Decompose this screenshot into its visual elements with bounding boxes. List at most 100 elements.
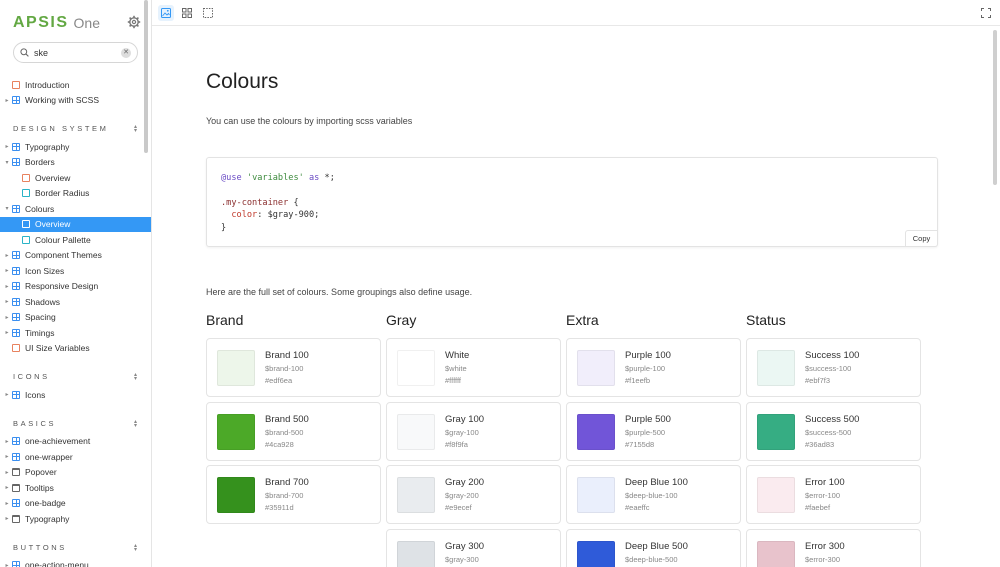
sidebar-item[interactable]: ▸ Popover [0, 465, 151, 481]
sidebar-item-label: Icon Sizes [25, 265, 65, 276]
sidebar-item-label: Introduction [25, 79, 70, 90]
search-input[interactable] [34, 47, 114, 58]
sidebar-item[interactable]: ▸ Responsive Design [0, 279, 151, 295]
colour-variable: $purple-100 [625, 364, 666, 373]
colour-hex: #ffffff [445, 376, 461, 385]
colour-variable: $error-300 [805, 554, 841, 564]
colour-swatch [217, 350, 255, 386]
logo[interactable]: APSIS One [13, 14, 141, 32]
comp-icon [12, 96, 20, 105]
fullscreen-icon[interactable] [978, 5, 994, 21]
expand-collapse-icon[interactable]: ▴ ▾ [134, 543, 137, 553]
sidebar-item[interactable]: Introduction [0, 77, 151, 93]
sidebar-item[interactable]: ▸ Shadows [0, 294, 151, 310]
section-title: BASICS [13, 418, 57, 428]
sidebar-item[interactable]: Colour Pallette [0, 232, 151, 248]
story-icon [22, 189, 30, 198]
colour-swatch [397, 540, 435, 567]
doc-icon [12, 344, 20, 353]
sidebar-item-label: Colours [25, 203, 55, 214]
colour-swatch [397, 477, 435, 513]
colour-group-title: Gray [386, 312, 417, 328]
grid-icon[interactable] [179, 5, 195, 21]
colour-variable: $purple-500 [625, 427, 666, 437]
comp-icon [12, 297, 20, 306]
colour-variable: $deep-blue-500 [625, 554, 678, 564]
sidebar-item-label: one-wrapper [25, 451, 73, 462]
intro-text: You can use the colours by importing scs… [206, 116, 413, 126]
expand-collapse-icon[interactable]: ▴ ▾ [134, 419, 137, 429]
chevron-icon: ▸ [5, 314, 9, 321]
sidebar-item[interactable]: Overview [0, 216, 151, 232]
copy-button[interactable]: Copy [905, 230, 938, 247]
expand-collapse-icon[interactable]: ▴ ▾ [134, 372, 137, 382]
colour-swatch [757, 540, 795, 567]
docs-content: Colours You can use the colours by impor… [152, 27, 1000, 567]
colour-swatch [217, 413, 255, 450]
chevron-icon: ▸ [5, 252, 9, 259]
sidebar-item[interactable]: ▸ one-achievement [0, 434, 151, 450]
sidebar-section-header[interactable]: ICONS ▴ ▾ [0, 356, 151, 387]
sidebar-item[interactable]: ▸ Icon Sizes [0, 263, 151, 279]
sidebar-item-label: Borders [25, 157, 55, 168]
colour-card: White $white #ffffff [386, 338, 561, 397]
sidebar-item-label: Popover [25, 467, 57, 478]
search-box[interactable]: ✕ [13, 42, 138, 63]
colour-name: Brand 700 [265, 477, 309, 488]
colour-hex: #f8f9fa [445, 439, 468, 449]
chevron-icon: ▸ [5, 454, 9, 461]
sidebar-item[interactable]: ▸ Tooltips [0, 480, 151, 496]
chevron-icon: ▸ [5, 144, 9, 151]
sidebar-item[interactable]: ▸ Spacing [0, 310, 151, 326]
sidebar-item[interactable]: ▾ Borders [0, 155, 151, 171]
chevron-icon: ▸ [5, 516, 9, 523]
comp-icon [12, 251, 20, 260]
sidebar-section-header[interactable]: BUTTONS ▴ ▾ [0, 527, 151, 558]
sidebar-item[interactable]: ▸ one-badge [0, 496, 151, 512]
page-title: Colours [206, 70, 279, 93]
colour-hex: #7155d8 [625, 439, 655, 449]
image-icon[interactable] [158, 5, 174, 21]
sidebar-item-label: one-badge [25, 498, 66, 509]
colour-variable: $success-500 [805, 427, 852, 437]
colour-swatch [397, 350, 435, 386]
sidebar-item[interactable]: UI Size Variables [0, 341, 151, 357]
sidebar-nav: Introduction ▸ Working with SCSS DESIGN SYS… [0, 77, 151, 567]
outline-icon[interactable] [200, 5, 216, 21]
colour-card: Deep Blue 500$deep-blue-500#2f5bd9 [566, 528, 741, 567]
sidebar-item-label: Overview [35, 219, 71, 230]
chevron-icon: ▸ [5, 330, 9, 337]
colour-name: Error 300 [805, 540, 845, 552]
colour-name: Gray 200 [445, 477, 485, 488]
colour-group-title: Brand [206, 312, 244, 328]
sidebar-item[interactable]: ▸ Typography [0, 139, 151, 155]
sidebar-section-header[interactable]: BASICS ▴ ▾ [0, 403, 151, 434]
expand-collapse-icon[interactable]: ▴ ▾ [134, 124, 137, 134]
close-icon[interactable]: ✕ [121, 47, 131, 58]
sidebar-scrollbar[interactable] [144, 0, 148, 153]
content-scrollbar[interactable] [993, 30, 997, 185]
colour-swatch [757, 350, 795, 386]
colour-name: Brand 500 [265, 413, 309, 425]
sidebar-item[interactable]: ▸ Working with SCSS [0, 93, 151, 109]
colour-hex: #e9ecef [445, 503, 472, 512]
colour-swatch [217, 477, 255, 513]
sidebar-item[interactable]: Overview [0, 170, 151, 186]
colour-card: Brand 500 $brand-500 #4ca928 [206, 401, 381, 461]
sidebar-section-header[interactable]: DESIGN SYSTEM ▴ ▾ [0, 108, 151, 139]
colour-name: Gray 300 [445, 540, 485, 552]
sidebar-item[interactable]: Border Radius [0, 186, 151, 202]
sidebar-item[interactable]: ▸ one-action-menu [0, 558, 151, 567]
sidebar-item[interactable]: ▸ Icons [0, 387, 151, 403]
sidebar-item[interactable]: ▸ Component Themes [0, 248, 151, 264]
comp-icon [12, 158, 20, 167]
sidebar-item[interactable]: ▸ Typography [0, 511, 151, 527]
colour-name: White [445, 350, 470, 361]
comp-icon [12, 328, 20, 337]
gear-icon[interactable] [127, 15, 141, 29]
comp-icon [12, 142, 20, 151]
sidebar-item[interactable]: ▾ Colours [0, 201, 151, 217]
sidebar-item[interactable]: ▸ one-wrapper [0, 449, 151, 465]
sidebar-item[interactable]: ▸ Timings [0, 325, 151, 341]
toolbar [152, 0, 1000, 26]
